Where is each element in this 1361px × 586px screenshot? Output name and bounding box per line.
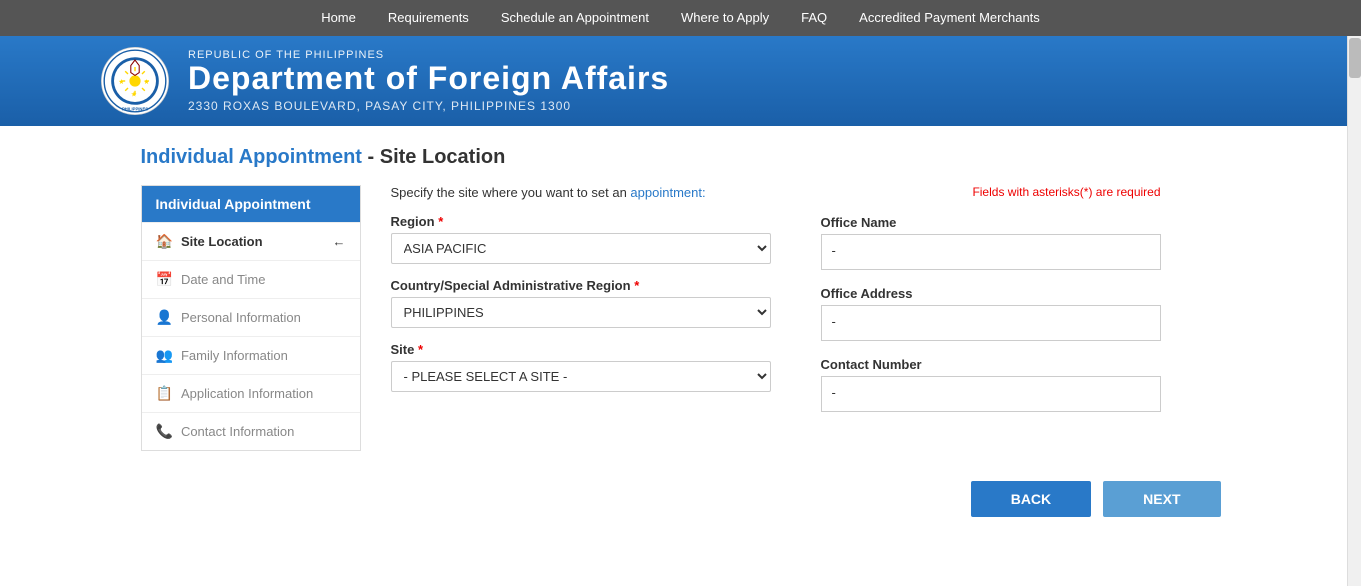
office-address-field: Office Address - [821, 286, 1161, 341]
instruction-blue: appointment: [630, 185, 705, 200]
country-select[interactable]: PHILIPPINES JAPAN USA AUSTRALIA [391, 297, 771, 328]
sidebar-item-contact-info[interactable]: 📞 Contact Information [142, 412, 360, 450]
sidebar-label-date-time: Date and Time [181, 272, 266, 287]
page-title-plain: Site Location [380, 146, 506, 168]
sidebar-label-personal-info: Personal Information [181, 310, 301, 325]
office-name-label: Office Name [821, 215, 1161, 230]
region-group: Region * ASIA PACIFIC NCR LUZON VISAYAS … [391, 214, 771, 264]
form-instruction: Specify the site where you want to set a… [391, 185, 771, 200]
calendar-icon: 📅 [156, 271, 173, 288]
header-text-block: Republic of the Philippines Department o… [188, 49, 669, 112]
sidebar-item-family-info[interactable]: 👥 Family Information [142, 336, 360, 374]
nav-home[interactable]: Home [305, 0, 372, 36]
sidebar-item-site-location[interactable]: 🏠 Site Location ← [142, 222, 360, 260]
sidebar-item-date-time[interactable]: 📅 Date and Time [142, 260, 360, 298]
contact-number-field: Contact Number - [821, 357, 1161, 412]
sidebar-label-contact-info: Contact Information [181, 424, 294, 439]
svg-text:★: ★ [118, 78, 124, 86]
page-content: Individual Appointment - Site Location I… [81, 126, 1281, 557]
sidebar-header: Individual Appointment [142, 186, 360, 222]
arrow-icon: ← [333, 234, 346, 249]
sidebar-label-family-info: Family Information [181, 348, 288, 363]
nav-requirements[interactable]: Requirements [372, 0, 485, 36]
button-row: BACK NEXT [141, 481, 1221, 517]
home-icon: 🏠 [156, 233, 173, 250]
page-title-blue: Individual Appointment [141, 146, 362, 168]
page-title: Individual Appointment - Site Location [141, 146, 1221, 169]
region-select[interactable]: ASIA PACIFIC NCR LUZON VISAYAS MINDANAO [391, 233, 771, 264]
header-subtitle: Republic of the Philippines [188, 49, 669, 61]
sidebar: Individual Appointment 🏠 Site Location ←… [141, 185, 361, 451]
form-area: Specify the site where you want to set a… [391, 185, 771, 406]
country-label: Country/Special Administrative Region * [391, 278, 771, 293]
nav-faq[interactable]: FAQ [785, 0, 843, 36]
scrollbar-track[interactable] [1347, 36, 1361, 586]
next-button[interactable]: NEXT [1103, 481, 1220, 517]
site-label: Site * [391, 342, 771, 357]
sidebar-item-application-info[interactable]: 📋 Application Information [142, 374, 360, 412]
site-required: * [418, 342, 423, 357]
office-address-value: - [821, 305, 1161, 341]
country-required: * [634, 278, 639, 293]
sidebar-label-site-location: Site Location [181, 234, 263, 249]
office-name-value: - [821, 234, 1161, 270]
office-address-label: Office Address [821, 286, 1161, 301]
page-header: ★ ★ ★ PHILIPPINES Republic of the Philip… [0, 36, 1361, 126]
header-title: Department of Foreign Affairs [188, 61, 669, 96]
person-icon: 👤 [156, 309, 173, 326]
application-icon: 📋 [156, 385, 173, 402]
dfa-seal: ★ ★ ★ PHILIPPINES [100, 46, 170, 116]
nav-payment[interactable]: Accredited Payment Merchants [843, 0, 1056, 36]
navbar: Home Requirements Schedule an Appointmen… [0, 0, 1361, 36]
region-label: Region * [391, 214, 771, 229]
header-address: 2330 Roxas Boulevard, Pasay City, Philip… [188, 99, 669, 113]
sidebar-label-application-info: Application Information [181, 386, 313, 401]
contact-number-label: Contact Number [821, 357, 1161, 372]
page-title-separator: - [362, 146, 380, 168]
phone-icon: 📞 [156, 423, 173, 440]
back-button[interactable]: BACK [971, 481, 1091, 517]
svg-text:★: ★ [131, 90, 137, 98]
nav-schedule[interactable]: Schedule an Appointment [485, 0, 665, 36]
main-layout: Individual Appointment 🏠 Site Location ←… [141, 185, 1221, 451]
family-icon: 👥 [156, 347, 173, 364]
office-name-field: Office Name - [821, 215, 1161, 270]
scrollbar-thumb[interactable] [1349, 38, 1361, 78]
nav-where-to-apply[interactable]: Where to Apply [665, 0, 785, 36]
svg-text:★: ★ [143, 78, 149, 86]
site-select[interactable]: - PLEASE SELECT A SITE - [391, 361, 771, 392]
required-note: Fields with asterisks(*) are required [821, 185, 1161, 199]
svg-text:PHILIPPINES: PHILIPPINES [122, 106, 148, 111]
sidebar-item-personal-info[interactable]: 👤 Personal Information [142, 298, 360, 336]
site-group: Site * - PLEASE SELECT A SITE - [391, 342, 771, 392]
contact-number-value: - [821, 376, 1161, 412]
country-group: Country/Special Administrative Region * … [391, 278, 771, 328]
region-required: * [438, 214, 443, 229]
right-panel: Fields with asterisks(*) are required Of… [801, 185, 1161, 428]
